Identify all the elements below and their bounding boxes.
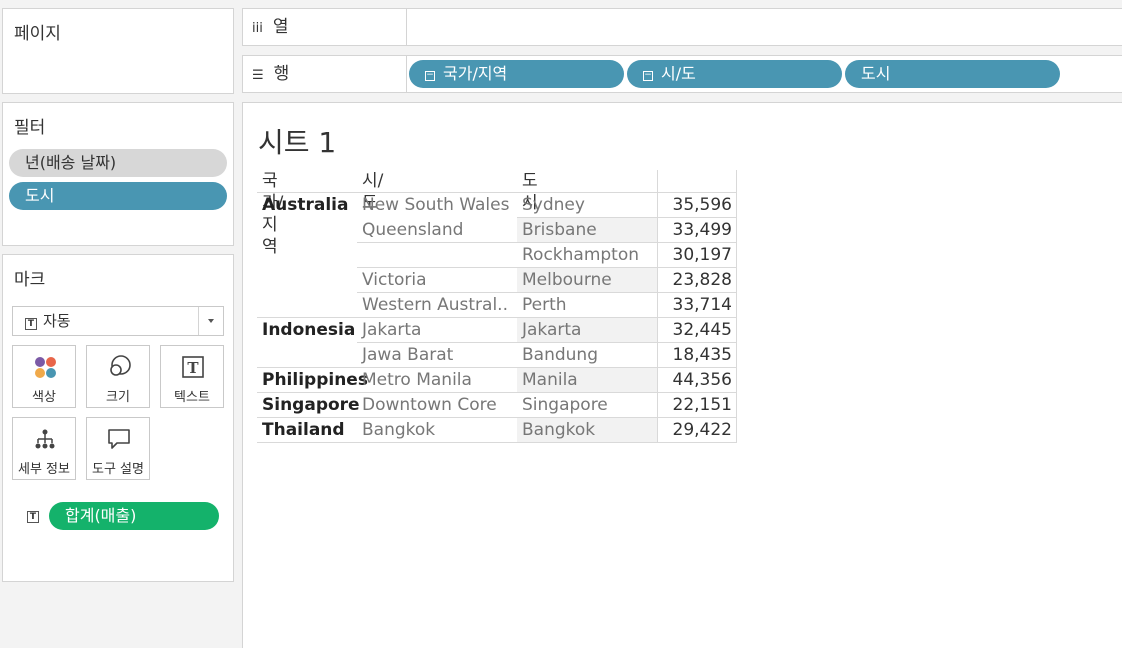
sales-value-cell[interactable]: 32,445 <box>657 318 732 343</box>
filters-title: 필터 <box>14 118 46 138</box>
svg-text:T: T <box>187 359 199 377</box>
columns-shelf[interactable]: iii 열 <box>242 8 1122 46</box>
collapse-icon[interactable]: − <box>425 71 435 81</box>
text-mark-icon: T <box>25 318 37 330</box>
text-box-icon: T <box>27 511 39 523</box>
measure-pill-label: 합계(매출) <box>65 506 137 525</box>
state-cell[interactable]: Jawa Barat <box>362 343 453 368</box>
city-cell[interactable]: Manila <box>522 368 578 393</box>
tooltip-button-label: 도구 설명 <box>92 462 144 477</box>
state-cell[interactable]: Bangkok <box>362 418 435 443</box>
country-cell[interactable]: Indonesia <box>262 318 355 343</box>
measure-pill-sum-sales[interactable]: 합계(매출) <box>49 502 219 530</box>
pages-card[interactable]: 페이지 <box>2 8 234 94</box>
city-cell[interactable]: Rockhampton <box>522 243 639 268</box>
filter-pill-label: 도시 <box>25 186 55 205</box>
sales-value-cell[interactable]: 35,596 <box>657 193 732 218</box>
detail-tree-icon <box>13 427 75 451</box>
mark-type-label: 자동 <box>43 312 71 330</box>
row-pill-state[interactable]: − 시/도 <box>627 60 842 88</box>
row-pill-label: 국가/지역 <box>443 64 508 83</box>
state-cell[interactable]: Metro Manila <box>362 368 472 393</box>
state-cell[interactable]: Downtown Core <box>362 393 497 418</box>
country-cell[interactable]: Thailand <box>262 418 345 443</box>
columns-icon: iii <box>252 21 263 36</box>
size-button[interactable]: 크기 <box>86 345 150 408</box>
city-cell[interactable]: Melbourne <box>522 268 612 293</box>
sales-value-cell[interactable]: 23,828 <box>657 268 732 293</box>
rows-icon: ☰ <box>252 68 264 83</box>
sheet-title: 시트 1 <box>258 126 337 159</box>
country-cell[interactable]: Australia <box>262 193 349 218</box>
filter-pill-ship-year[interactable]: 년(배송 날짜) <box>9 149 227 177</box>
city-cell[interactable]: Sydney <box>522 193 585 218</box>
sales-value-cell[interactable]: 18,435 <box>657 343 732 368</box>
dropdown-divider <box>198 307 199 335</box>
state-cell[interactable]: Western Austral.. <box>362 293 508 318</box>
city-cell[interactable]: Jakarta <box>522 318 581 343</box>
state-cell[interactable]: New South Wales <box>362 193 509 218</box>
detail-button-label: 세부 정보 <box>18 462 70 477</box>
tooltip-button[interactable]: 도구 설명 <box>86 417 150 480</box>
marks-card[interactable]: 마크 T 자동 색상 크기 T 텍스트 세부 정보 도구 설명 T 합계(매출) <box>2 254 234 582</box>
state-cell[interactable]: Jakarta <box>362 318 421 343</box>
sales-value-cell[interactable]: 22,151 <box>657 393 732 418</box>
text-button[interactable]: T 텍스트 <box>160 345 224 408</box>
header-state[interactable]: 시/도 <box>362 170 383 213</box>
rows-shelf-label: ☰ 행 <box>243 56 407 92</box>
filter-pill-label: 년(배송 날짜) <box>25 153 117 172</box>
state-cell[interactable]: Queensland <box>362 218 463 243</box>
grid-line <box>736 170 737 442</box>
sales-value-cell[interactable]: 44,356 <box>657 368 732 393</box>
text-box-icon: T <box>161 355 223 379</box>
sales-value-cell[interactable]: 33,714 <box>657 293 732 318</box>
city-cell[interactable]: Bandung <box>522 343 598 368</box>
text-button-label: 텍스트 <box>174 390 210 405</box>
detail-button[interactable]: 세부 정보 <box>12 417 76 480</box>
sales-value-cell[interactable]: 33,499 <box>657 218 732 243</box>
header-country[interactable]: 국가/지역 <box>262 170 283 257</box>
sales-value-cell[interactable]: 30,197 <box>657 243 732 268</box>
worksheet-view[interactable]: 시트 1 국가/지역 시/도 도시 Australia New South Wa… <box>242 102 1122 648</box>
filters-card[interactable]: 필터 년(배송 날짜) 도시 <box>2 102 234 246</box>
collapse-icon[interactable]: − <box>643 71 653 81</box>
row-pill-city[interactable]: 도시 <box>845 60 1060 88</box>
pages-title: 페이지 <box>14 24 61 44</box>
rows-shelf[interactable]: ☰ 행 − 국가/지역 − 시/도 도시 <box>242 55 1122 93</box>
sales-value-cell[interactable]: 29,422 <box>657 418 732 443</box>
state-cell[interactable]: Victoria <box>362 268 427 293</box>
chevron-down-icon[interactable] <box>208 319 214 323</box>
row-pill-label: 시/도 <box>661 64 696 83</box>
size-button-label: 크기 <box>106 390 130 405</box>
city-cell[interactable]: Brisbane <box>522 218 597 243</box>
size-circles-icon <box>87 355 149 379</box>
filter-pill-city[interactable]: 도시 <box>9 182 227 210</box>
country-cell[interactable]: Singapore <box>262 393 360 418</box>
rows-shelf-text: 행 <box>273 64 290 84</box>
marks-title: 마크 <box>14 270 46 290</box>
row-pill-label: 도시 <box>861 64 891 83</box>
color-button[interactable]: 색상 <box>12 345 76 408</box>
color-button-label: 색상 <box>32 390 56 405</box>
mark-type-dropdown[interactable]: T 자동 <box>12 306 224 336</box>
city-cell[interactable]: Perth <box>522 293 567 318</box>
country-cell[interactable]: Philippines <box>262 368 368 393</box>
tooltip-bubble-icon <box>87 427 149 451</box>
header-city[interactable]: 도시 <box>522 170 538 213</box>
columns-shelf-label: iii 열 <box>243 9 407 45</box>
color-dots-icon <box>13 355 75 379</box>
city-cell[interactable]: Singapore <box>522 393 608 418</box>
columns-shelf-text: 열 <box>272 17 289 37</box>
city-cell[interactable]: Bangkok <box>522 418 595 443</box>
row-pill-country[interactable]: − 국가/지역 <box>409 60 624 88</box>
